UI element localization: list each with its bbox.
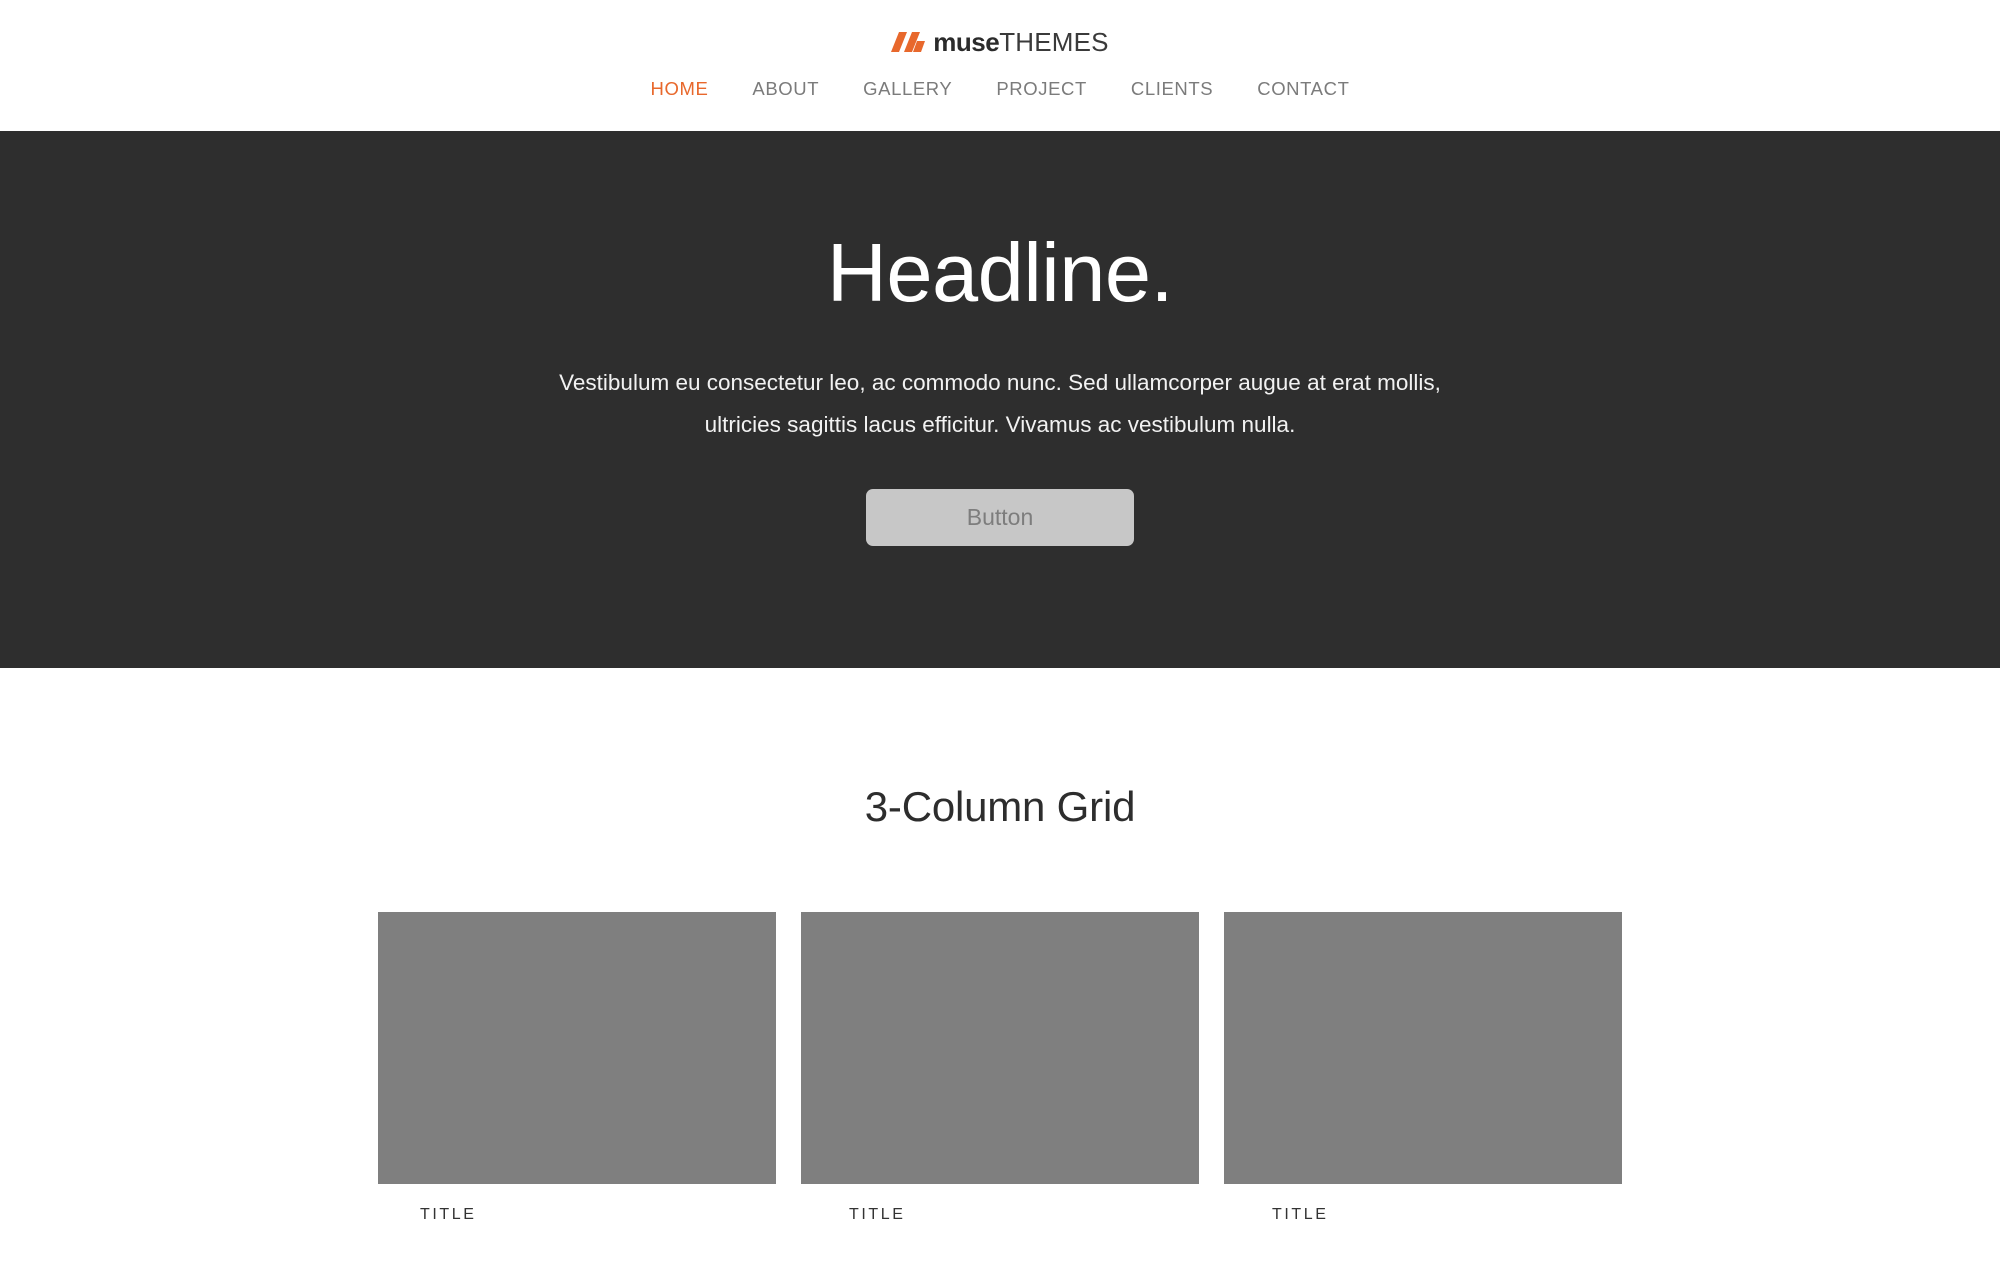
hero-cta-button[interactable]: Button xyxy=(866,489,1134,546)
grid-placeholder-image[interactable] xyxy=(1224,912,1622,1184)
grid-cell-caption: TITLE xyxy=(849,1206,906,1223)
grid-cell[interactable]: TITLE xyxy=(1224,912,1622,1223)
muse-slashes-icon xyxy=(891,31,926,53)
nav-item-about[interactable]: ABOUT xyxy=(730,79,841,99)
site-logo[interactable]: muse THEMES xyxy=(891,28,1109,56)
three-column-grid-section: 3-Column Grid TITLE TITLE TITLE xyxy=(0,668,2000,1223)
grid-cell[interactable]: TITLE xyxy=(378,912,776,1223)
hero-headline: Headline. xyxy=(826,226,1174,319)
grid-placeholder-image[interactable] xyxy=(378,912,776,1184)
hero-subtext: Vestibulum eu consectetur leo, ac commod… xyxy=(559,370,1441,437)
section-title: 3-Column Grid xyxy=(864,783,1136,830)
logo-brand-primary: muse xyxy=(933,27,1000,57)
grid-cell-caption: TITLE xyxy=(420,1206,477,1223)
main-navigation: HOME ABOUT GALLERY PROJECT CLIENTS CONTA… xyxy=(629,79,1372,99)
logo-wordmark: muse THEMES xyxy=(933,29,1108,55)
nav-item-home[interactable]: HOME xyxy=(629,79,731,99)
grid-cell[interactable]: TITLE xyxy=(801,912,1199,1223)
grid-cell-caption: TITLE xyxy=(1272,1206,1329,1223)
grid-placeholder-image[interactable] xyxy=(801,912,1199,1184)
nav-item-gallery[interactable]: GALLERY xyxy=(841,79,974,99)
nav-item-project[interactable]: PROJECT xyxy=(974,79,1109,99)
grid-row: TITLE TITLE TITLE xyxy=(378,912,1622,1223)
nav-item-clients[interactable]: CLIENTS xyxy=(1109,79,1235,99)
site-header: muse THEMES HOME ABOUT GALLERY PROJECT CL… xyxy=(0,0,2000,131)
logo-brand-secondary: THEMES xyxy=(999,27,1109,57)
hero-section: Headline. Vestibulum eu consectetur leo,… xyxy=(0,131,2000,668)
nav-item-contact[interactable]: CONTACT xyxy=(1235,79,1371,99)
